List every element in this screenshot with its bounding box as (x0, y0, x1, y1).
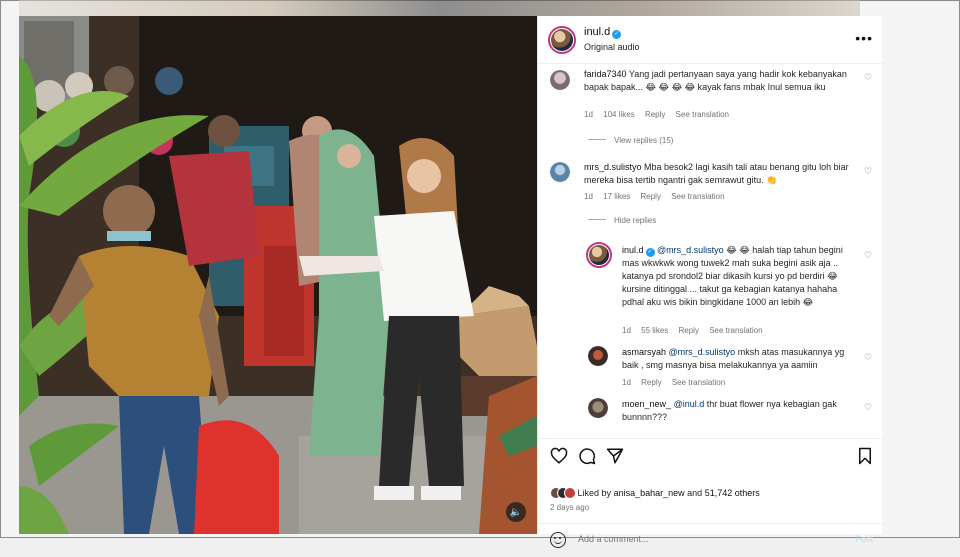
comment-text: mrs_d.sulistyo Mba besok2 lagi kasih tal… (584, 161, 854, 187)
reply-text: moen_new_ @inul.d thr buat flower nya ke… (622, 398, 856, 424)
liked-by-user[interactable]: anisa_bahar_new (614, 488, 685, 498)
see-translation-button[interactable]: See translation (709, 326, 762, 335)
like-comment-heart-icon[interactable]: ♡ (864, 72, 872, 83)
reply-mention[interactable]: @inul.d (674, 399, 705, 409)
comment-username[interactable]: farida7340 (584, 69, 627, 79)
see-translation-button[interactable]: See translation (672, 378, 725, 387)
video-frame-illustration (19, 16, 537, 534)
audio-label[interactable]: Original audio (584, 42, 640, 52)
like-reply-heart-icon[interactable]: ♡ (864, 402, 872, 413)
reply-likes[interactable]: 55 likes (641, 326, 668, 335)
reply-meta: 1d Reply See translation (622, 378, 733, 387)
reply-button[interactable]: Reply (679, 326, 699, 335)
mute-toggle-button[interactable]: 🔈 (506, 502, 526, 522)
reply-meta: 1d 55 likes Reply See translation (622, 326, 771, 335)
comment-bubble-icon[interactable] (578, 447, 596, 465)
post-video[interactable] (19, 16, 537, 534)
reply-author-avatar[interactable] (586, 242, 612, 268)
commenter-avatar[interactable] (550, 162, 570, 182)
reply-username[interactable]: moen_new_ (622, 399, 671, 409)
author-username-row[interactable]: inul.d ✓ (584, 26, 622, 39)
reply-mention[interactable]: @mrs_d.sulistyo (657, 245, 724, 255)
comment-text: farida7340 Yang jadi pertanyaan saya yan… (584, 68, 854, 94)
author-username[interactable]: inul.d (584, 26, 610, 38)
liked-by-prefix: Liked by (577, 488, 612, 498)
like-reply-heart-icon[interactable]: ♡ (864, 352, 872, 363)
comment-likes[interactable]: 17 likes (603, 192, 630, 201)
background-strip (19, 0, 860, 16)
save-bookmark-icon[interactable] (856, 447, 874, 465)
post-comment-button[interactable]: Post (855, 534, 873, 544)
like-comment-heart-icon[interactable]: ♡ (864, 166, 872, 177)
add-comment-input[interactable] (578, 534, 828, 544)
reply-author-avatar[interactable] (588, 398, 608, 418)
commenter-avatar[interactable] (550, 70, 570, 90)
more-options-icon[interactable]: ••• (855, 30, 873, 46)
reply-time[interactable]: 1d (622, 378, 631, 387)
reply-mention[interactable]: @mrs_d.sulistyo (669, 347, 736, 357)
verified-badge-icon: ✓ (645, 248, 655, 257)
liked-by-and: and (687, 488, 703, 498)
reply-username[interactable]: inul.d (622, 245, 644, 255)
view-replies-toggle[interactable]: View replies (15) (588, 136, 673, 145)
comment-meta: 1d 104 likes Reply See translation (584, 110, 737, 119)
comment-time[interactable]: 1d (584, 110, 593, 119)
liked-by-summary: Liked by anisa_bahar_new and 51,742 othe… (550, 487, 760, 501)
comment-username[interactable]: mrs_d.sulistyo (584, 162, 642, 172)
see-translation-button[interactable]: See translation (671, 192, 724, 201)
add-comment-bar: Post (538, 523, 883, 557)
author-avatar[interactable] (548, 26, 576, 54)
reply-button[interactable]: Reply (641, 378, 661, 387)
comment-likes[interactable]: 104 likes (603, 110, 635, 119)
emoji-picker-icon[interactable] (550, 532, 566, 548)
post-actions: Liked by anisa_bahar_new and 51,742 othe… (538, 438, 883, 548)
post-header: inul.d ✓ Original audio ••• (538, 16, 883, 64)
reply-button[interactable]: Reply (645, 110, 665, 119)
post-time-ago[interactable]: 2 days ago (550, 503, 589, 512)
like-heart-icon[interactable] (550, 447, 568, 465)
reply-username[interactable]: asmarsyah (622, 347, 666, 357)
like-reply-heart-icon[interactable]: ♡ (864, 250, 872, 261)
post-side-panel: inul.d ✓ Original audio ••• farida7340 Ya… (537, 16, 883, 548)
reply-time[interactable]: 1d (622, 326, 631, 335)
liked-by-avatars[interactable] (550, 487, 576, 501)
reply-body: 😂 😂 halah tiap tahun begini mas wkwkwk w… (622, 245, 843, 307)
see-translation-button[interactable]: See translation (676, 110, 729, 119)
speaker-icon: 🔈 (509, 506, 523, 518)
reply-text: inul.d ✓ @mrs_d.sulistyo 😂 😂 halah tiap t… (622, 244, 856, 309)
reply-author-avatar[interactable] (588, 346, 608, 366)
comments-list: farida7340 Yang jadi pertanyaan saya yan… (538, 64, 883, 438)
verified-badge-icon: ✓ (612, 30, 622, 39)
liked-by-count[interactable]: 51,742 others (705, 488, 760, 498)
comment-time[interactable]: 1d (584, 192, 593, 201)
hide-replies-toggle[interactable]: Hide replies (588, 216, 656, 225)
comment-meta: 1d 17 likes Reply See translation (584, 192, 733, 201)
share-send-icon[interactable] (606, 447, 624, 465)
reply-text: asmarsyah @mrs_d.sulistyo mksh atas masu… (622, 346, 856, 372)
reply-button[interactable]: Reply (641, 192, 661, 201)
